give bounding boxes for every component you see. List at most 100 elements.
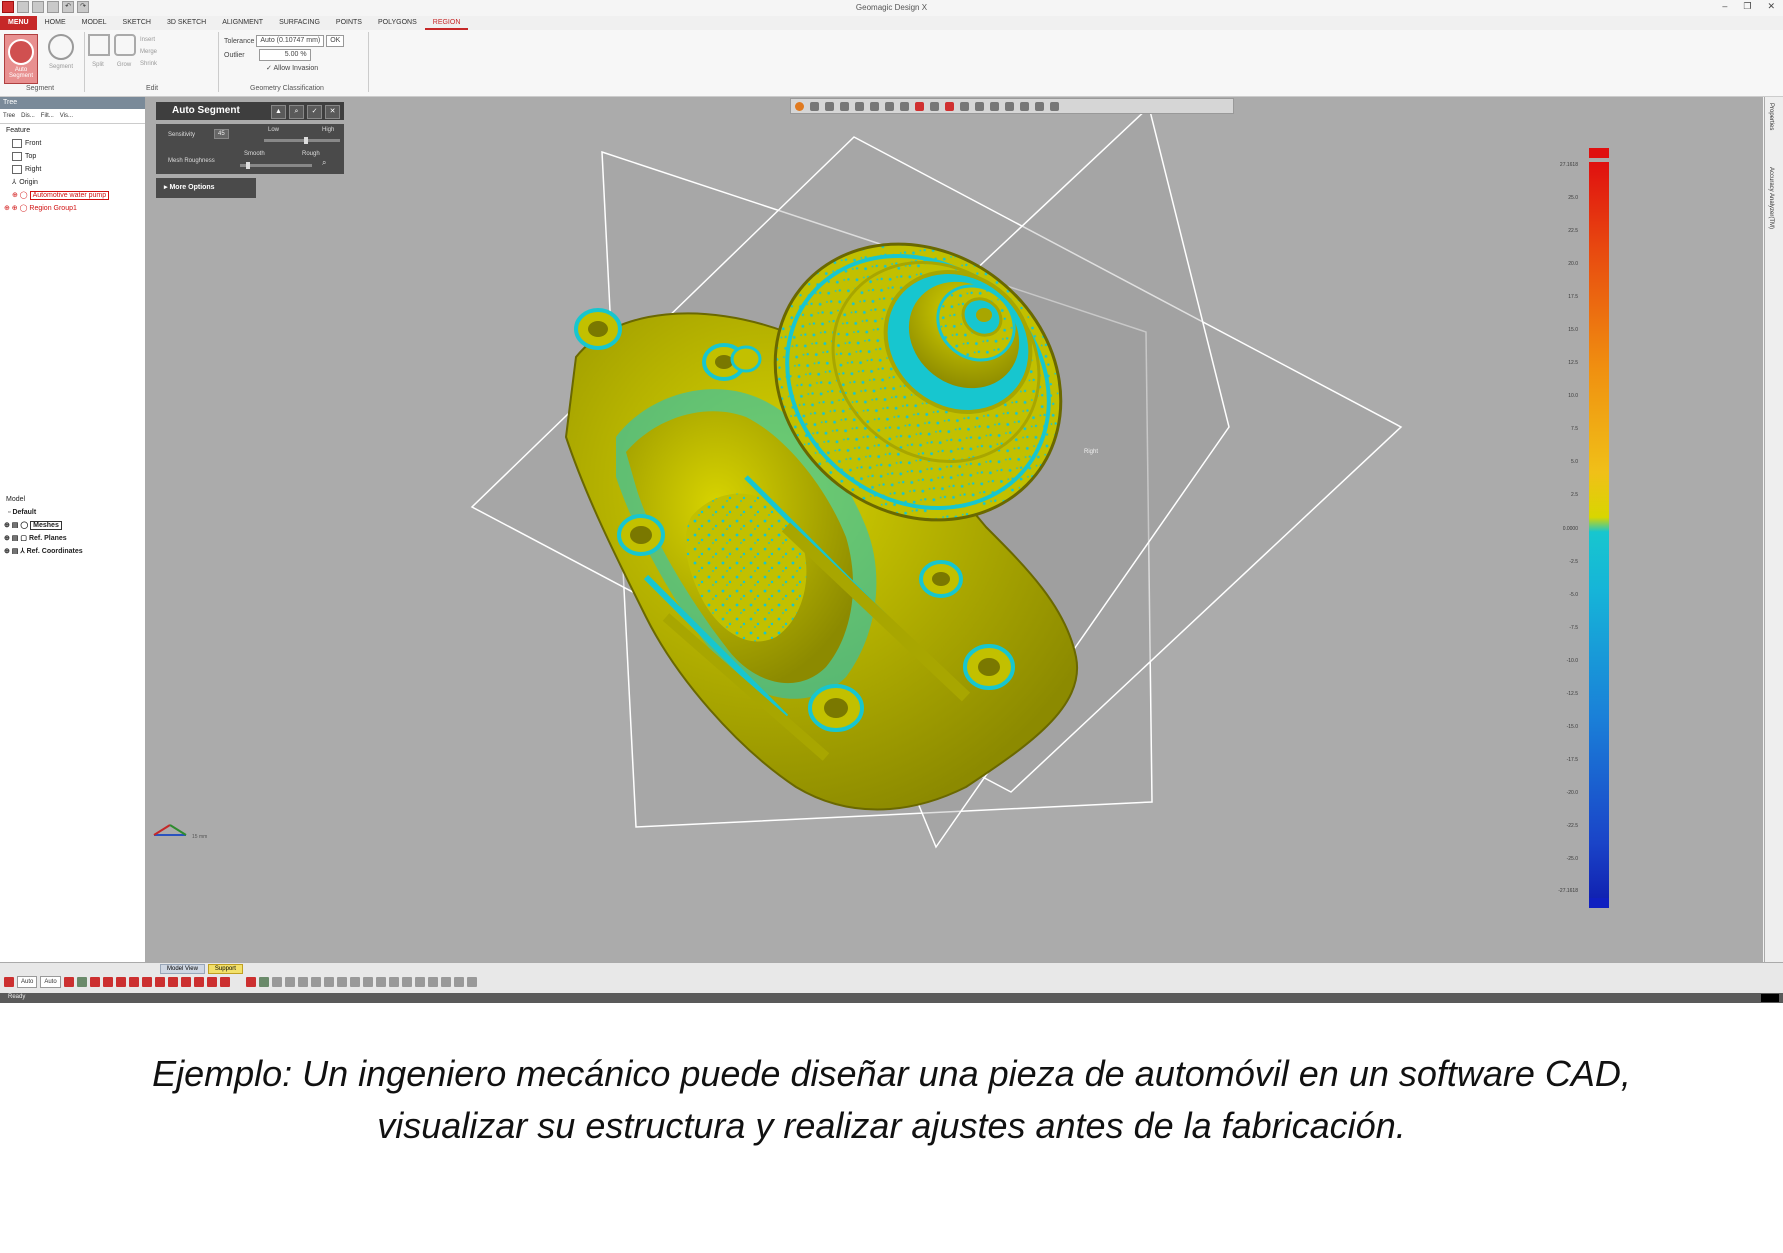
visibility-icon[interactable] [975, 101, 984, 111]
roughness-slider-knob[interactable] [246, 162, 250, 169]
roughness-estimate-icon[interactable]: ⌕ [322, 158, 326, 168]
properties-tab[interactable]: Properties [1768, 103, 1774, 130]
minimize-button[interactable]: – [1722, 1, 1727, 12]
tree-item-origin[interactable]: ⅄ Origin [0, 176, 145, 189]
sensitivity-slider-knob[interactable] [304, 137, 308, 144]
merge-tool[interactable]: Merge [140, 46, 166, 58]
accuracy-analyzer-tab[interactable]: Accuracy Analyzer(TM) [1768, 167, 1774, 229]
tab-polygons[interactable]: POLYGONS [370, 16, 425, 30]
select-coordinate-icon[interactable] [219, 977, 230, 987]
select-edge-icon[interactable] [115, 977, 126, 987]
3d-viewport[interactable]: Right 15 mm Auto Segment ▲ ⌕ ✓ ✕ Sensiti… [146, 97, 1763, 962]
select-body-icon[interactable] [141, 977, 152, 987]
tab-surfacing[interactable]: SURFACING [271, 16, 328, 30]
tab-menu[interactable]: MENU [0, 16, 37, 30]
lighting-icon[interactable] [990, 101, 999, 111]
select-all-icon[interactable] [63, 977, 74, 987]
tree-item-right[interactable]: Right [0, 163, 145, 176]
select-mesh-icon[interactable] [76, 977, 87, 987]
restore-button[interactable]: ❐ [1743, 1, 1751, 12]
tolerance-select[interactable]: Auto (0.10747 mm) [256, 35, 325, 47]
section-icon[interactable] [900, 101, 909, 111]
outlier-input[interactable]: 5.00 % [258, 49, 311, 61]
tree-item-ref-coordinates[interactable]: ⊕ ▤ ⅄ Ref. Coordinates [0, 545, 145, 558]
capture-icon[interactable] [1035, 101, 1044, 111]
display-options-icon[interactable] [466, 977, 477, 987]
close-button[interactable]: ✕ [1767, 1, 1775, 12]
pin-icon[interactable]: ▲ [271, 105, 286, 119]
rectangle-select-icon[interactable] [245, 977, 256, 987]
tolerance-ok-button[interactable]: OK [326, 35, 345, 47]
tree-item-default[interactable]: ▫ Default [0, 506, 145, 519]
tree-item-region-group[interactable]: ⊕ ⊕ ◯ Region Group1 [0, 202, 145, 215]
select-vertex-icon[interactable] [128, 977, 139, 987]
auto-segment-button[interactable]: Auto Segment [4, 34, 38, 84]
tab-points[interactable]: POINTS [328, 16, 370, 30]
shrink-tool[interactable]: Shrink [140, 58, 166, 70]
visible-only-icon[interactable] [336, 977, 347, 987]
clear-select-icon[interactable] [362, 977, 373, 987]
filter-tab[interactable]: Filt... [41, 109, 54, 123]
more-options-toggle[interactable]: ▸ More Options [156, 178, 256, 198]
tab-alignment[interactable]: ALIGNMENT [214, 16, 271, 30]
clipping-icon[interactable] [453, 977, 464, 987]
visibility-tab[interactable]: Vis... [60, 109, 73, 123]
roughness-slider[interactable] [240, 162, 312, 169]
select-plane-icon[interactable] [193, 977, 204, 987]
measure-radius-icon[interactable] [440, 977, 451, 987]
home-view-icon[interactable] [915, 101, 924, 111]
segment-tool[interactable]: Segment [42, 34, 80, 82]
tab-3d-sketch[interactable]: 3D SKETCH [159, 16, 214, 30]
select-region-icon[interactable] [89, 977, 100, 987]
tab-home[interactable]: HOME [37, 16, 74, 30]
allow-invasion-checkbox[interactable]: ✓ [266, 65, 272, 72]
filter-icon[interactable] [960, 101, 969, 111]
shrink-select-icon[interactable] [388, 977, 399, 987]
select-face-icon[interactable] [102, 977, 113, 987]
view-orient-icon[interactable] [795, 101, 804, 111]
select-axis-icon[interactable] [206, 977, 217, 987]
render-mode-icon[interactable] [855, 101, 864, 111]
selection-filter-icon[interactable] [4, 977, 14, 987]
select-mode-dropdown-1[interactable]: Auto [17, 976, 38, 988]
preview-icon[interactable]: ⌕ [289, 105, 304, 119]
select-mode-dropdown-2[interactable]: Auto [40, 976, 61, 988]
cancel-icon[interactable]: ✕ [325, 105, 340, 119]
select-point-icon[interactable] [180, 977, 191, 987]
split-tool[interactable]: Split [88, 34, 110, 82]
measure-icon[interactable] [1005, 101, 1014, 111]
lasso-select-icon[interactable] [284, 977, 295, 987]
tab-sketch[interactable]: SKETCH [115, 16, 159, 30]
zoom-icon[interactable] [840, 101, 849, 111]
tree-item-top[interactable]: Top [0, 150, 145, 163]
tree-item-ref-planes[interactable]: ⊕ ▤ ▢ Ref. Planes [0, 532, 145, 545]
extend-select-icon[interactable] [310, 977, 321, 987]
circle-select-icon[interactable] [258, 977, 269, 987]
fit-view-icon[interactable] [825, 101, 834, 111]
invert-select-icon[interactable] [349, 977, 360, 987]
select-mode-icon[interactable] [930, 101, 939, 111]
view-cube-icon[interactable] [810, 101, 819, 111]
display-tab[interactable]: Dis... [21, 109, 35, 123]
paint-select-icon[interactable] [297, 977, 308, 987]
grow-select-icon[interactable] [375, 977, 386, 987]
wireframe-icon[interactable] [885, 101, 894, 111]
tree-item-meshes[interactable]: ⊕ ▤ ◯ Meshes [0, 519, 145, 532]
polygon-select-icon[interactable] [271, 977, 282, 987]
grow-tool[interactable]: Grow [114, 34, 136, 82]
tree-tab[interactable]: Tree [3, 109, 15, 123]
model-view-tab[interactable]: Model View [160, 964, 205, 974]
sensitivity-slider[interactable] [264, 137, 340, 144]
through-select-icon[interactable] [323, 977, 334, 987]
grid-icon[interactable] [1020, 101, 1029, 111]
confirm-icon[interactable]: ✓ [307, 105, 322, 119]
sensitivity-input[interactable]: 45 [214, 129, 229, 139]
color-map-icon[interactable] [945, 101, 954, 111]
select-curve-icon[interactable] [167, 977, 178, 987]
measure-angle-icon[interactable] [427, 977, 438, 987]
measure-distance-icon[interactable] [414, 977, 425, 987]
tree-item-front[interactable]: Front [0, 137, 145, 150]
tab-region[interactable]: REGION [424, 16, 469, 30]
snap-icon[interactable] [401, 977, 412, 987]
select-sketch-icon[interactable] [154, 977, 165, 987]
